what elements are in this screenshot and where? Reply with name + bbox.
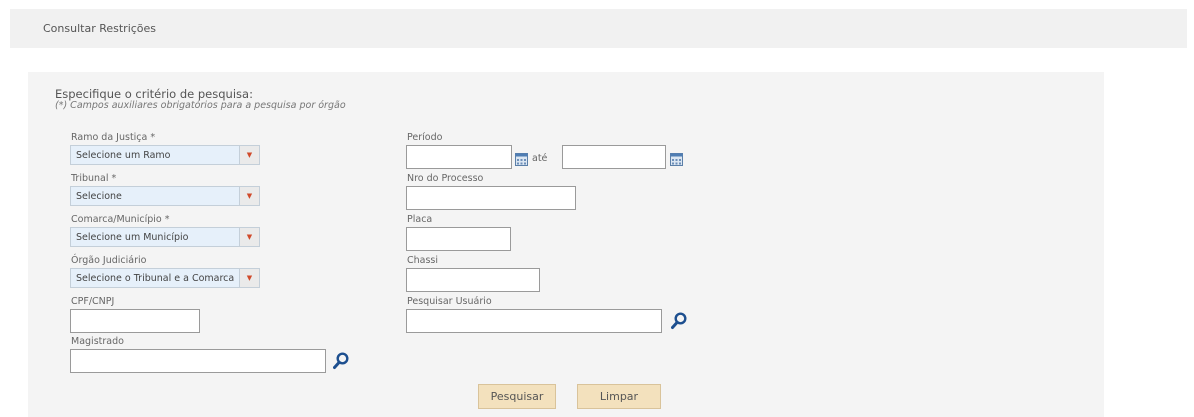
processo-label: Nro do Processo: [407, 173, 484, 184]
required-note: (*) Campos auxiliares obrigatórios para …: [55, 100, 346, 111]
magistrado-search-icon[interactable]: [333, 352, 349, 370]
clear-button[interactable]: Limpar: [577, 384, 661, 409]
ramo-select[interactable]: Selecione um Ramo ▼: [70, 145, 260, 165]
usuario-label: Pesquisar Usuário: [407, 296, 492, 307]
chassi-label: Chassi: [407, 255, 439, 266]
periodo-start-input[interactable]: [406, 145, 512, 169]
tribunal-label: Tribunal *: [71, 173, 117, 184]
chevron-down-icon[interactable]: ▼: [239, 187, 259, 205]
orgao-select[interactable]: Selecione o Tribunal e a Comarca ▼: [70, 268, 260, 288]
placa-label: Placa: [407, 214, 433, 225]
ramo-select-value: Selecione um Ramo: [76, 150, 171, 161]
chevron-down-icon[interactable]: ▼: [239, 228, 259, 246]
comarca-label: Comarca/Município *: [71, 214, 170, 225]
search-button[interactable]: Pesquisar: [478, 384, 556, 409]
cpf-input[interactable]: [70, 309, 200, 333]
magistrado-label: Magistrado: [71, 336, 124, 347]
page-title: Consultar Restrições: [43, 22, 157, 35]
calendar-icon[interactable]: [515, 153, 528, 166]
calendar-icon[interactable]: [670, 153, 683, 166]
periodo-end-input[interactable]: [562, 145, 666, 169]
periodo-separator: até: [532, 153, 548, 164]
chevron-down-icon[interactable]: ▼: [239, 269, 259, 287]
cpf-label: CPF/CNPJ: [71, 296, 115, 307]
form-heading: Especifique o critério de pesquisa:: [55, 87, 253, 101]
processo-input[interactable]: [406, 186, 576, 210]
orgao-select-value: Selecione o Tribunal e a Comarca: [76, 273, 235, 284]
usuario-input[interactable]: [406, 309, 662, 333]
periodo-label: Período: [407, 132, 443, 143]
chevron-down-icon[interactable]: ▼: [239, 146, 259, 164]
placa-input[interactable]: [406, 227, 511, 251]
magistrado-input[interactable]: [70, 349, 326, 373]
tribunal-select[interactable]: Selecione ▼: [70, 186, 260, 206]
comarca-select[interactable]: Selecione um Município ▼: [70, 227, 260, 247]
chassi-input[interactable]: [406, 268, 540, 292]
title-bar: Consultar Restrições: [10, 9, 1187, 48]
tribunal-select-value: Selecione: [76, 191, 122, 202]
usuario-search-icon[interactable]: [671, 312, 687, 330]
comarca-select-value: Selecione um Município: [76, 232, 189, 243]
ramo-label: Ramo da Justiça *: [71, 132, 156, 143]
orgao-label: Órgão Judiciário: [71, 255, 147, 266]
